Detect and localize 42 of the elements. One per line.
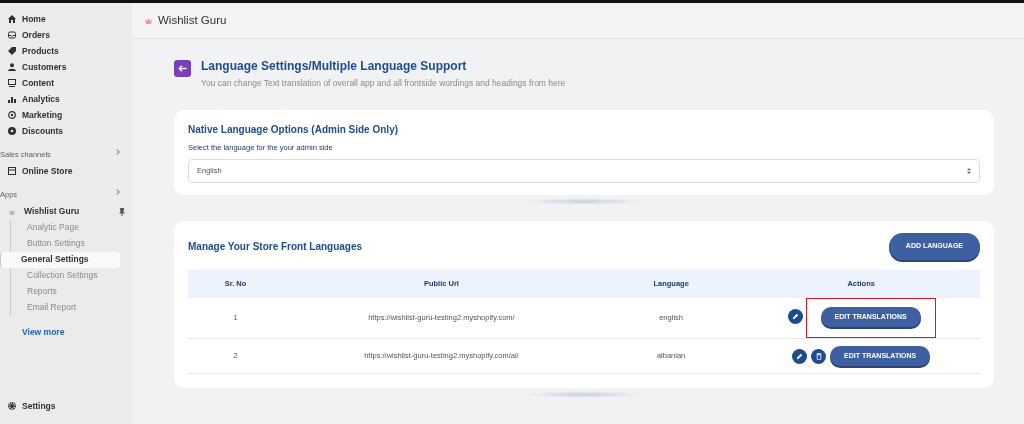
view-more-link[interactable]: View more bbox=[22, 325, 126, 339]
store-icon bbox=[8, 167, 16, 176]
home-icon bbox=[8, 15, 16, 23]
arrow-left-icon bbox=[178, 65, 187, 72]
pencil-icon bbox=[796, 352, 804, 360]
discount-icon bbox=[8, 127, 16, 135]
back-button[interactable] bbox=[174, 60, 191, 77]
sort-caret-icon bbox=[967, 168, 971, 174]
inbox-icon bbox=[8, 31, 16, 39]
chevron-right-icon[interactable] bbox=[116, 149, 120, 155]
person-icon bbox=[8, 63, 16, 71]
content-icon bbox=[8, 79, 16, 87]
delete-button[interactable] bbox=[811, 348, 827, 364]
section-title: Native Language Options (Admin Side Only) bbox=[188, 122, 400, 137]
tag-icon bbox=[8, 47, 16, 55]
app-logo-icon bbox=[8, 207, 16, 216]
pencil-icon bbox=[791, 313, 799, 321]
trash-icon bbox=[815, 352, 822, 360]
app-title: Wishlist Guru bbox=[158, 12, 227, 28]
nav-item[interactable]: Orders bbox=[6, 27, 126, 43]
pin-icon[interactable] bbox=[118, 207, 126, 216]
nav-item[interactable]: Discounts bbox=[6, 123, 126, 139]
page-title: Language Settings/Multiple Language Support bbox=[201, 59, 468, 74]
nav-item[interactable]: Online Store bbox=[6, 163, 126, 180]
settings-icon bbox=[8, 402, 16, 410]
nav-item[interactable]: Analytics bbox=[6, 91, 126, 107]
nav-subitem[interactable]: General Settings bbox=[0, 251, 120, 268]
page-subtitle: You can change Text translation of overall app and all frontside wordings and headings from here bbox=[201, 77, 566, 90]
edit-button[interactable] bbox=[787, 309, 803, 325]
nav-item[interactable]: Products bbox=[6, 43, 126, 59]
nav-item[interactable]: Marketing bbox=[6, 107, 126, 123]
nav-item[interactable]: Settings bbox=[6, 398, 126, 414]
app-logo-icon bbox=[144, 16, 153, 25]
nav-item[interactable]: Home bbox=[6, 11, 126, 27]
nav-item[interactable]: Wishlist Guru bbox=[8, 205, 80, 218]
section-title: Manage Your Store Front Languages bbox=[188, 239, 363, 254]
edit-button[interactable] bbox=[792, 348, 808, 364]
bar-chart-icon bbox=[8, 95, 16, 103]
target-icon bbox=[8, 111, 16, 119]
chevron-right-icon[interactable] bbox=[116, 189, 120, 196]
nav-item[interactable]: Content bbox=[6, 75, 126, 91]
nav-item[interactable]: Customers bbox=[6, 59, 126, 75]
